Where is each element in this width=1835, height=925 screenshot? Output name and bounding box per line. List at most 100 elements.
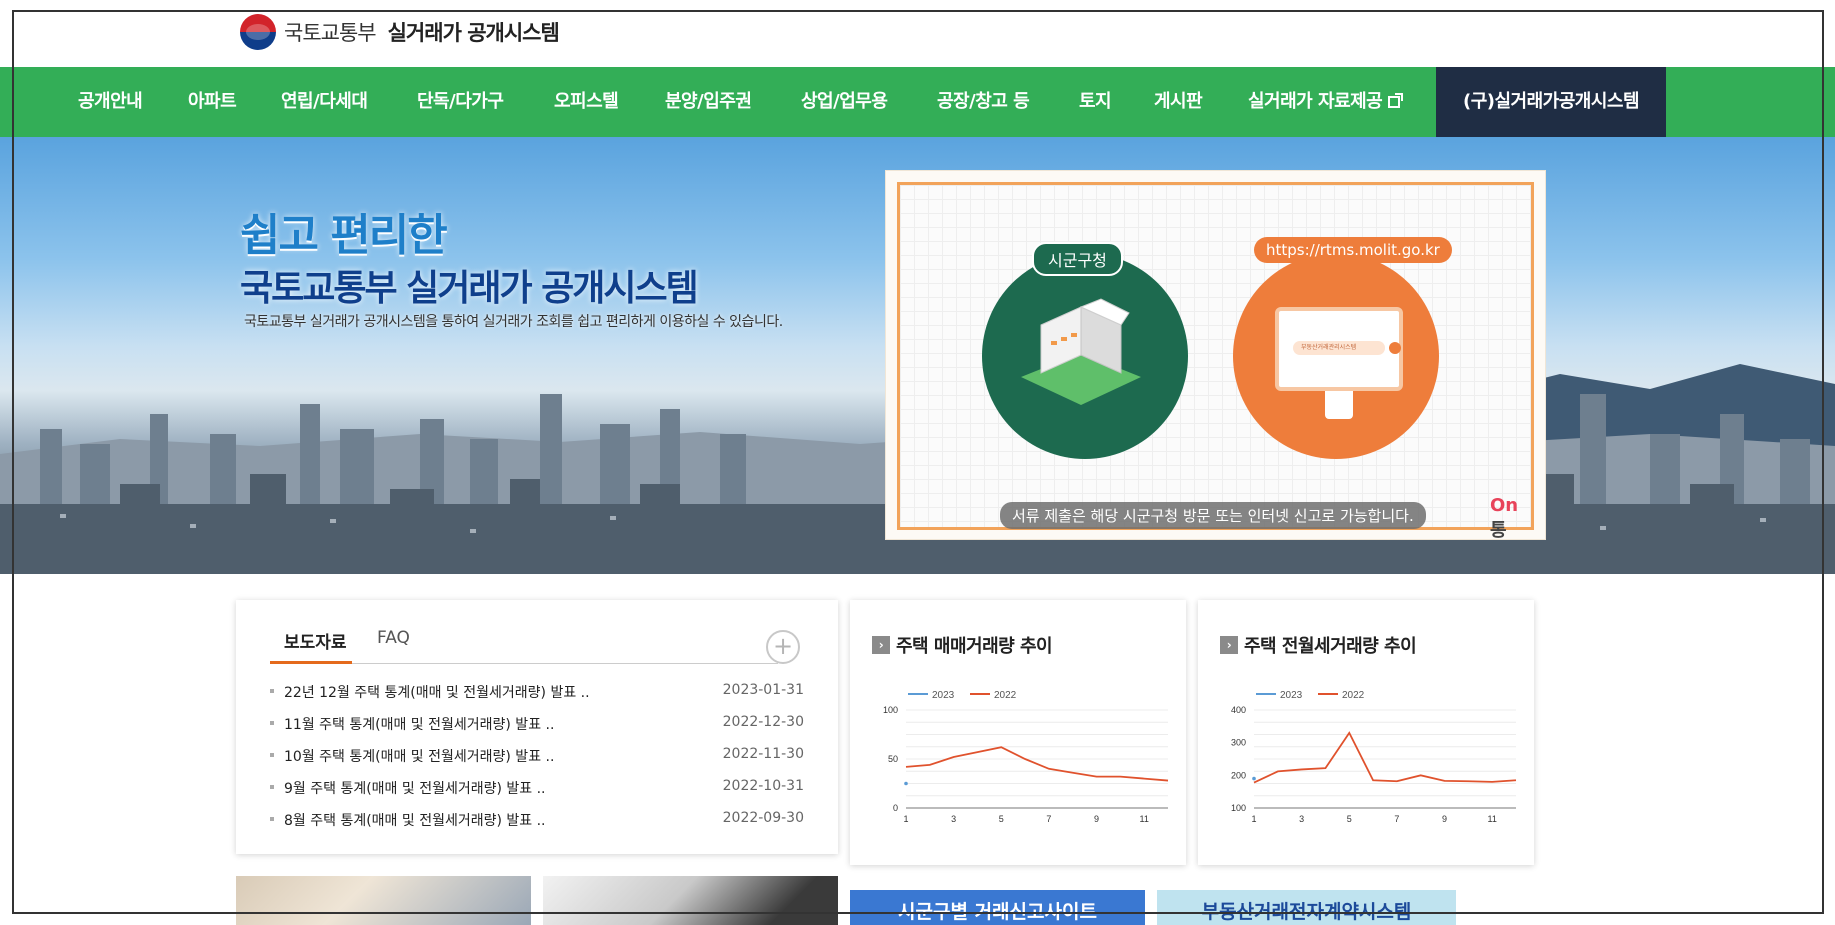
news-date: 2023-01-31 — [722, 682, 804, 698]
sale-chart-title[interactable]: › 주택 매매거래량 추이 — [872, 632, 1053, 658]
monitor-search-bar: 부동산거래관리시스템 — [1293, 341, 1385, 355]
nav-item-land[interactable]: 토지 — [1079, 67, 1112, 137]
active-tab-indicator — [270, 661, 352, 664]
news-title[interactable]: 22년 12월 주택 통계(매매 및 전월세거래량) 발표 .. — [284, 682, 590, 702]
news-title[interactable]: 10월 주택 통계(매매 및 전월세거래량) 발표 .. — [284, 746, 554, 766]
series-point-2023 — [1252, 776, 1256, 781]
nav-item-officetel[interactable]: 오피스텔 — [554, 67, 619, 137]
external-link-icon — [1388, 93, 1404, 108]
chevron-right-icon: › — [1220, 636, 1238, 654]
promo-video[interactable]: 시군구청 https://rtms.molit.go.kr 부동산거래관리시스템… — [885, 170, 1546, 541]
search-icon — [1389, 342, 1401, 354]
city-office-label: 시군구청 — [1032, 242, 1123, 276]
news-date: 2022-11-30 — [722, 746, 804, 762]
banner-thumbnail-phone[interactable] — [543, 876, 838, 925]
series-line-2022 — [1253, 731, 1517, 784]
city-report-site-banner[interactable]: 시군구별 거래신고사이트 — [850, 890, 1145, 925]
x-tick-label: 11 — [1488, 814, 1497, 824]
press-release-panel: 보도자료 FAQ + 22년 12월 주택 통계(매매 및 전월세거래량) 발표… — [236, 600, 838, 854]
monitor-stand-icon — [1325, 391, 1353, 419]
nav-item-rowhouse[interactable]: 연립/다세대 — [281, 67, 368, 137]
nav-item-factory[interactable]: 공장/창고 등 — [937, 67, 1030, 137]
more-plus-button[interactable]: + — [766, 630, 800, 664]
y-tick-label: 100 — [883, 705, 898, 715]
rent-chart-title[interactable]: › 주택 전월세거래량 추이 — [1220, 632, 1417, 658]
bullet-icon — [270, 753, 274, 757]
nav-item-board[interactable]: 게시판 — [1154, 67, 1203, 137]
x-tick-label: 9 — [1094, 814, 1099, 824]
news-date: 2022-12-30 — [722, 714, 804, 730]
bullet-icon — [270, 817, 274, 821]
nav-item-commercial[interactable]: 상업/업무용 — [801, 67, 888, 137]
news-title[interactable]: 9월 주택 통계(매매 및 전월세거래량) 발표 .. — [284, 778, 546, 798]
main-nav: 공개안내 아파트 연립/다세대 단독/다가구 오피스텔 분양/입주권 상업/업무… — [0, 67, 1835, 137]
tab-faq[interactable]: FAQ — [377, 628, 410, 648]
legend-label: 2023 — [932, 690, 955, 701]
tab-press-release[interactable]: 보도자료 — [284, 628, 347, 653]
hero-title-line2: 국토교통부 실거래가 공개시스템 — [240, 268, 699, 309]
nav-item-apartment[interactable]: 아파트 — [188, 67, 237, 137]
hero-subtitle: 국토교통부 실거래가 공개시스템을 통하여 실거래가 조회를 쉽고 편리하게 이… — [244, 314, 783, 330]
nav-item-guide[interactable]: 공개안내 — [78, 67, 143, 137]
x-tick-label: 3 — [951, 814, 956, 824]
news-title[interactable]: 8월 주택 통계(매매 및 전월세거래량) 발표 .. — [284, 810, 546, 830]
bullet-icon — [270, 721, 274, 725]
series-line-2022 — [905, 746, 1169, 782]
x-tick-label: 3 — [1299, 814, 1304, 824]
sale-volume-chart: 2023 2022 0 50 100 1 3 5 7 9 11 — [883, 690, 1169, 824]
y-tick-label: 0 — [893, 803, 898, 813]
y-tick-label: 200 — [1231, 770, 1246, 780]
logo-ministry-text: 국토교통부 — [284, 21, 377, 45]
nav-item-data-provision-label: 실거래가 자료제공 — [1248, 91, 1383, 112]
legend-label: 2022 — [994, 690, 1017, 701]
nav-old-system-button[interactable]: (구)실거래가공개시스템 — [1436, 67, 1666, 137]
promo-video-frame: 시군구청 https://rtms.molit.go.kr 부동산거래관리시스템… — [897, 182, 1534, 541]
news-title[interactable]: 11월 주택 통계(매매 및 전월세거래량) 발표 .. — [284, 714, 554, 734]
nav-item-presale[interactable]: 분양/입주권 — [665, 67, 752, 137]
x-tick-label: 1 — [903, 814, 908, 824]
banner-thumbnail-documents[interactable] — [236, 876, 531, 925]
y-tick-label: 100 — [1231, 803, 1246, 813]
rent-chart-title-text: 주택 전월세거래량 추이 — [1244, 636, 1417, 657]
list-item[interactable]: 8월 주택 통계(매매 및 전월세거래량) 발표 .. 2022-09-30 — [270, 810, 804, 830]
legend-label: 2022 — [1342, 690, 1365, 701]
news-date: 2022-09-30 — [722, 810, 804, 826]
building-icon — [1021, 298, 1141, 405]
nav-item-detached[interactable]: 단독/다가구 — [417, 67, 504, 137]
sale-volume-chart-card: › 주택 매매거래량 추이 2023 2022 0 50 100 1 3 5 7 9 11 — [850, 600, 1186, 865]
news-date: 2022-10-31 — [722, 778, 804, 794]
window-frame-left — [12, 10, 14, 914]
bullet-icon — [270, 785, 274, 789]
window-frame-right — [1822, 10, 1824, 914]
site-logo[interactable]: 국토교통부 실거래가 공개시스템 — [240, 14, 560, 50]
list-item[interactable]: 22년 12월 주택 통계(매매 및 전월세거래량) 발표 .. 2023-01… — [270, 682, 804, 702]
list-item[interactable]: 11월 주택 통계(매매 및 전월세거래량) 발표 .. 2022-12-30 — [270, 714, 804, 734]
nav-item-data-provision[interactable]: 실거래가 자료제공 — [1248, 67, 1404, 137]
sale-chart-title-text: 주택 매매거래량 추이 — [896, 636, 1053, 657]
legend-label: 2023 — [1280, 690, 1303, 701]
chevron-right-icon: › — [872, 636, 890, 654]
taegeuk-logo-icon — [240, 14, 276, 50]
rent-volume-chart-card: › 주택 전월세거래량 추이 2023 2022 100 200 300 400 1 3 5 7 9… — [1198, 600, 1534, 865]
x-tick-label: 11 — [1140, 814, 1149, 824]
list-item[interactable]: 10월 주택 통계(매매 및 전월세거래량) 발표 .. 2022-11-30 — [270, 746, 804, 766]
x-tick-label: 5 — [999, 814, 1004, 824]
x-tick-label: 7 — [1394, 814, 1399, 824]
video-caption: 서류 제출은 해당 시군구청 방문 또는 인터넷 신고로 가능합니다. — [1000, 502, 1426, 529]
monitor-icon: 부동산거래관리시스템 — [1275, 307, 1403, 391]
x-tick-label: 5 — [1347, 814, 1352, 824]
x-tick-label: 9 — [1442, 814, 1447, 824]
site-url-label: https://rtms.molit.go.kr — [1254, 237, 1452, 263]
e-contract-banner[interactable]: 부동산거래전자계약시스템 — [1157, 890, 1456, 925]
y-tick-label: 50 — [888, 754, 898, 764]
window-frame-top — [12, 10, 1824, 12]
x-tick-label: 7 — [1046, 814, 1051, 824]
window-frame-bottom — [12, 912, 1824, 914]
logo-system-text: 실거래가 공개시스템 — [387, 21, 560, 45]
series-point-2023 — [904, 781, 908, 786]
y-tick-label: 300 — [1231, 738, 1246, 748]
hero-title-line1: 쉽고 편리한 — [240, 210, 448, 261]
x-tick-label: 1 — [1251, 814, 1256, 824]
rent-volume-chart: 2023 2022 100 200 300 400 1 3 5 7 9 11 — [1231, 690, 1517, 824]
list-item[interactable]: 9월 주택 통계(매매 및 전월세거래량) 발표 .. 2022-10-31 — [270, 778, 804, 798]
